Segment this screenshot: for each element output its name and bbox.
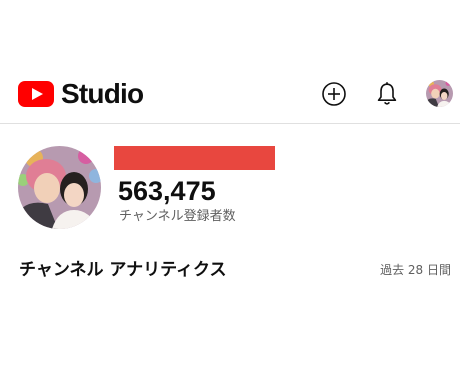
- channel-photo: [18, 146, 101, 229]
- notifications-button[interactable]: [373, 80, 401, 108]
- bell-icon: [377, 82, 397, 105]
- subscriber-label: チャンネル登録者数: [119, 209, 236, 224]
- subscriber-count: 563,475: [118, 176, 216, 206]
- channel-name-redaction: [114, 146, 275, 170]
- avatar: [426, 80, 453, 107]
- analytics-period: 過去 28 日間: [380, 263, 451, 277]
- plus-circle-icon: [322, 82, 346, 106]
- logo-text: Studio: [61, 78, 144, 109]
- channel-avatar: [18, 146, 101, 229]
- youtube-play-icon: [18, 81, 54, 107]
- channel-analytics-title: チャンネル アナリティクス: [19, 260, 227, 280]
- account-avatar[interactable]: [426, 80, 453, 107]
- app-header: Studio: [0, 0, 460, 124]
- studio-logo[interactable]: Studio: [18, 78, 144, 109]
- create-button[interactable]: [320, 80, 348, 108]
